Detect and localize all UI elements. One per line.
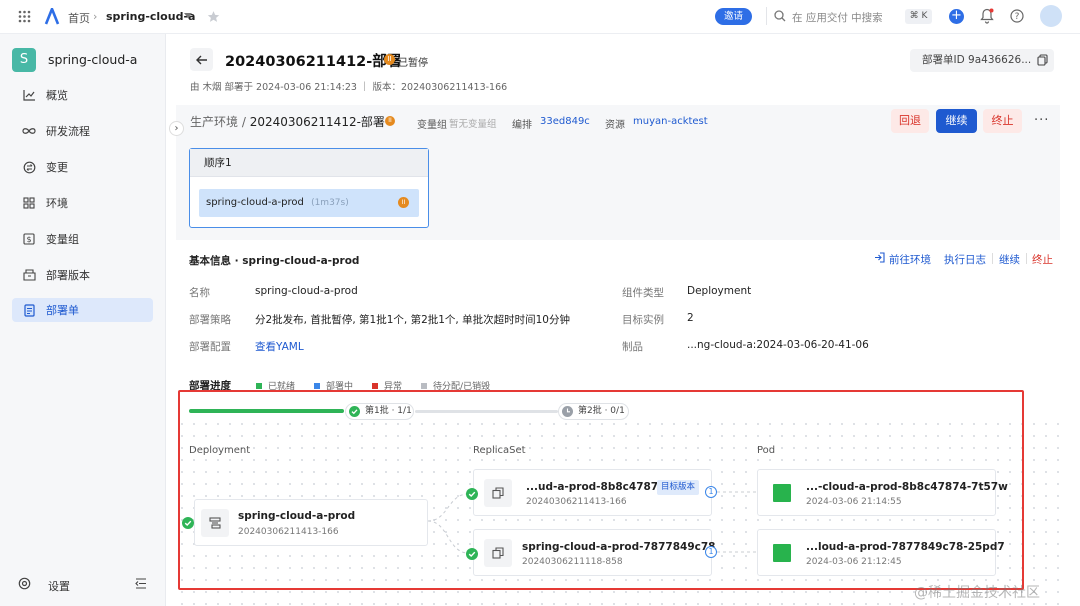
replicaset-icon [484, 479, 512, 507]
pod-name: ...loud-a-prod-7877849c78-25pd7 [806, 541, 1005, 553]
replicaset-card[interactable]: ...ud-a-prod-8b8c47874 20240306211413-16… [473, 469, 712, 516]
replicaset-name: spring-cloud-a-prod-7877849c78 [522, 541, 716, 553]
pod-name: ...-cloud-a-prod-8b8c47874-7t57w [806, 481, 1008, 493]
ready-check-icon [466, 488, 478, 500]
pod-status-square [773, 484, 791, 502]
replicaset-name: ...ud-a-prod-8b8c47874 [526, 481, 666, 493]
replica-count-badge: 1 [705, 546, 717, 558]
ready-check-icon [466, 548, 478, 560]
pod-time: 2024-03-06 21:14:55 [806, 497, 902, 507]
replicaset-version: 20240306211413-166 [526, 497, 627, 507]
replicaset-card[interactable]: spring-cloud-a-prod-7877849c78 202403062… [473, 529, 716, 576]
deployment-name: spring-cloud-a-prod [238, 510, 356, 522]
pod-time: 2024-03-06 21:12:45 [806, 557, 902, 567]
deployment-icon [201, 509, 229, 537]
watermark: @稀土掘金技术社区 [914, 585, 1040, 601]
pod-card[interactable]: ...loud-a-prod-7877849c78-25pd7 2024-03-… [757, 529, 1005, 576]
replicaset-icon [484, 539, 512, 567]
replicaset-version: 20240306211118-858 [522, 557, 623, 567]
replica-count-badge: 1 [705, 486, 717, 498]
target-version-tag: 目标版本 [657, 480, 700, 495]
pod-card[interactable]: ...-cloud-a-prod-8b8c47874-7t57w 2024-03… [757, 469, 1008, 516]
deployment-version: 20240306211413-166 [238, 527, 339, 537]
ready-check-icon [182, 517, 194, 529]
pod-status-square [773, 544, 791, 562]
deployment-card[interactable]: spring-cloud-a-prod 20240306211413-166 [194, 499, 428, 546]
